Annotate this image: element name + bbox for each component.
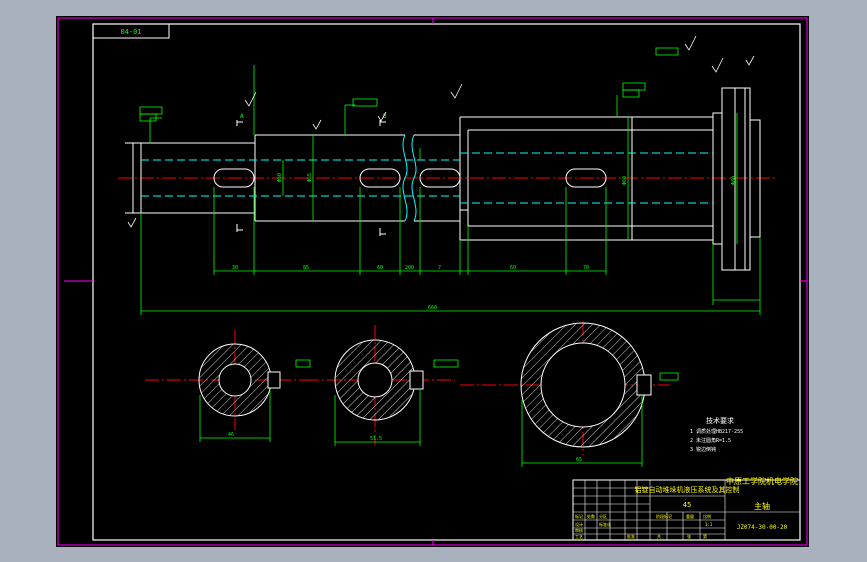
svg-text:审核: 审核: [575, 527, 583, 533]
svg-text:共: 共: [657, 533, 661, 539]
dim-section-3: 65: [576, 457, 582, 463]
material: 45: [683, 501, 691, 509]
school-name: 中原工学院机电学院: [726, 476, 798, 486]
dim-seg-1: 30: [232, 265, 238, 271]
dim-overall-length: 660: [428, 305, 437, 311]
svg-text:设计: 设计: [575, 521, 583, 527]
part-name: 主轴: [754, 501, 770, 511]
cad-viewport[interactable]: 04-01 A B 30 85 60 200 7 60 70 660 Φ50 Φ…: [0, 0, 867, 562]
dim-dia-1: Φ50: [277, 173, 283, 182]
svg-text:分区: 分区: [599, 513, 607, 519]
dim-seg-3: 60: [377, 265, 383, 271]
shaft-drawing: 04-01 A B 30 85 60 200 7 60 70 660 Φ50 Φ…: [56, 16, 809, 547]
tech-req-item-2: 2 未注圆角R=1.5: [690, 437, 731, 444]
dim-dia-2: Φ55: [307, 173, 313, 182]
tech-req-item-1: 1 调质处理HB217-255: [690, 428, 743, 435]
svg-text:处数: 处数: [587, 513, 595, 519]
svg-text:标准化: 标准化: [599, 521, 611, 527]
svg-text:批准: 批准: [627, 533, 635, 539]
dim-dia-4: Φ80: [731, 176, 737, 185]
dim-seg-6: 60: [510, 265, 516, 271]
svg-text:比例: 比例: [703, 513, 711, 519]
dim-seg-5: 7: [438, 265, 441, 271]
svg-text:张: 张: [687, 533, 691, 539]
project-title: 铝锭自动堆垛机液压系统及其控制: [635, 485, 740, 494]
dim-seg-7: 70: [583, 265, 589, 271]
tech-req-item-3: 3 锐边倒钝: [690, 446, 716, 453]
svg-text:第: 第: [703, 533, 707, 539]
drawing-sheet: [56, 16, 809, 547]
corner-tag: 04-01: [120, 28, 141, 36]
svg-text:重量: 重量: [686, 513, 694, 519]
dim-seg-2: 85: [303, 265, 309, 271]
svg-text:A: A: [240, 113, 244, 120]
dim-dia-3: Φ60: [622, 176, 628, 185]
svg-text:标记: 标记: [575, 513, 583, 519]
dim-section-2: 51.5: [370, 436, 382, 442]
dim-seg-4: 200: [405, 265, 414, 271]
svg-text:工艺: 工艺: [575, 534, 583, 539]
dim-section-1: 46: [228, 432, 234, 438]
drawing-number: JZ074-30-00-20: [737, 524, 788, 531]
tech-req-heading: 技术要求: [706, 416, 734, 425]
svg-text:阶段标记: 阶段标记: [656, 513, 672, 519]
svg-text:1:1: 1:1: [705, 522, 713, 527]
